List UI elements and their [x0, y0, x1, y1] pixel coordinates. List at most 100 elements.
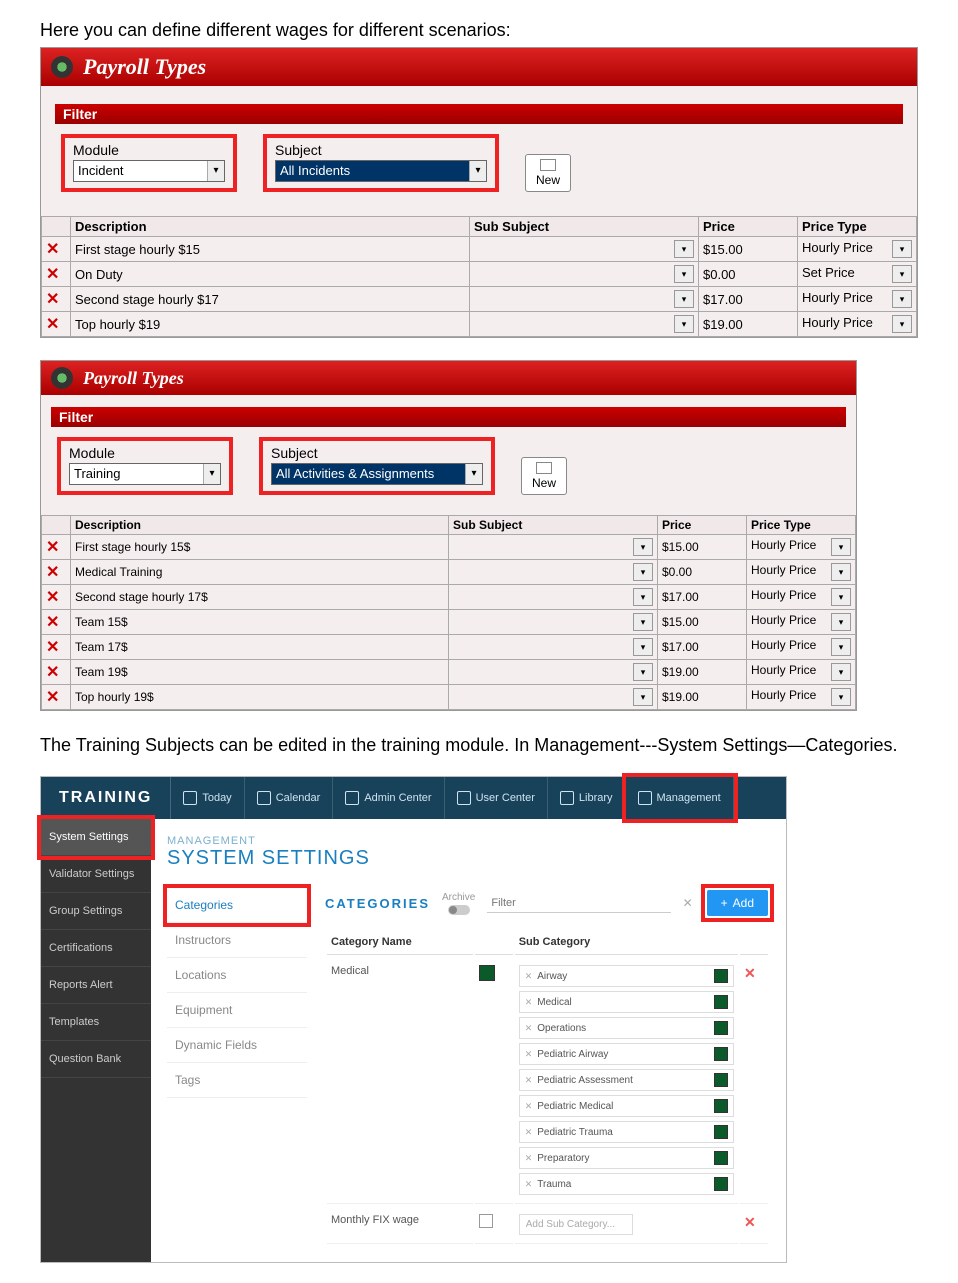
cell-description[interactable]: On Duty: [71, 262, 470, 287]
color-swatch[interactable]: [714, 969, 728, 983]
cell-price[interactable]: $17.00: [699, 287, 798, 312]
chevron-down-icon[interactable]: ▾: [633, 688, 653, 706]
add-subcategory-input[interactable]: Add Sub Category...: [519, 1214, 633, 1235]
cell-price[interactable]: $15.00: [658, 535, 747, 560]
subcategory-chip[interactable]: ✕Medical: [519, 991, 734, 1013]
sidebar-item-certifications[interactable]: Certifications: [41, 930, 151, 967]
cell-subsubject[interactable]: ▾: [449, 685, 658, 710]
subnav-item-instructors[interactable]: Instructors: [167, 923, 307, 958]
sidebar-item-system-settings[interactable]: System Settings: [41, 819, 151, 856]
cell-pricetype[interactable]: Hourly Price▾: [747, 560, 856, 585]
cell-price[interactable]: $17.00: [658, 635, 747, 660]
chevron-down-icon[interactable]: ▾: [831, 688, 851, 706]
cell-price[interactable]: $19.00: [658, 660, 747, 685]
subject-dropdown[interactable]: All Activities & Assignments ▾: [271, 463, 483, 485]
cell-pricetype[interactable]: Hourly Price▾: [798, 237, 917, 262]
cell-subsubject[interactable]: ▾: [449, 585, 658, 610]
cell-description[interactable]: Team 15$: [71, 610, 449, 635]
subnav-item-equipment[interactable]: Equipment: [167, 993, 307, 1028]
nav-item-library[interactable]: Library: [548, 777, 626, 819]
cell-price[interactable]: $19.00: [699, 312, 798, 337]
color-swatch[interactable]: [479, 965, 495, 981]
cell-price[interactable]: $15.00: [699, 237, 798, 262]
subnav-item-tags[interactable]: Tags: [167, 1063, 307, 1098]
chevron-down-icon[interactable]: ▾: [674, 240, 694, 258]
chevron-down-icon[interactable]: ▾: [633, 613, 653, 631]
chevron-down-icon[interactable]: ▾: [892, 290, 912, 308]
clear-icon[interactable]: ✕: [683, 896, 693, 910]
chevron-down-icon[interactable]: ▾: [831, 588, 851, 606]
cell-description[interactable]: Second stage hourly 17$: [71, 585, 449, 610]
cell-description[interactable]: Top hourly $19: [71, 312, 470, 337]
chevron-down-icon[interactable]: ▾: [831, 638, 851, 656]
remove-icon[interactable]: ✕: [525, 1049, 533, 1060]
nav-item-user-center[interactable]: User Center: [445, 777, 548, 819]
nav-item-management[interactable]: Management: [626, 777, 734, 819]
delete-icon[interactable]: ✕: [46, 564, 59, 581]
delete-icon[interactable]: ✕: [46, 689, 59, 706]
delete-icon[interactable]: ✕: [46, 589, 59, 606]
chevron-down-icon[interactable]: ▾: [674, 265, 694, 283]
cell-description[interactable]: Top hourly 19$: [71, 685, 449, 710]
remove-icon[interactable]: ✕: [525, 1179, 533, 1190]
sidebar-item-validator-settings[interactable]: Validator Settings: [41, 856, 151, 893]
chevron-down-icon[interactable]: ▾: [831, 613, 851, 631]
subject-dropdown[interactable]: All Incidents ▾: [275, 160, 487, 182]
cell-subsubject[interactable]: ▾: [449, 660, 658, 685]
cell-category-name[interactable]: Monthly FIX wage: [327, 1206, 473, 1244]
sidebar-item-templates[interactable]: Templates: [41, 1004, 151, 1041]
cell-subsubject[interactable]: ▾: [449, 560, 658, 585]
add-button[interactable]: + Add: [707, 890, 768, 916]
new-button[interactable]: New: [521, 457, 567, 495]
color-swatch[interactable]: [714, 1073, 728, 1087]
subcategory-chip[interactable]: ✕Pediatric Medical: [519, 1095, 734, 1117]
cell-subsubject[interactable]: ▾: [470, 287, 699, 312]
delete-icon[interactable]: ✕: [46, 639, 59, 656]
cell-color[interactable]: [475, 957, 513, 1204]
cell-category-name[interactable]: Medical: [327, 957, 473, 1204]
subcategory-chip[interactable]: ✕Trauma: [519, 1173, 734, 1195]
chevron-down-icon[interactable]: ▾: [633, 663, 653, 681]
subcategory-chip[interactable]: ✕Pediatric Trauma: [519, 1121, 734, 1143]
color-swatch[interactable]: [714, 995, 728, 1009]
filter-input[interactable]: [487, 894, 670, 913]
cell-description[interactable]: Team 19$: [71, 660, 449, 685]
cell-price[interactable]: $19.00: [658, 685, 747, 710]
cell-pricetype[interactable]: Hourly Price▾: [747, 610, 856, 635]
chevron-down-icon[interactable]: ▾: [633, 563, 653, 581]
cell-price[interactable]: $15.00: [658, 610, 747, 635]
cell-color[interactable]: [475, 1206, 513, 1244]
cell-description[interactable]: First stage hourly $15: [71, 237, 470, 262]
color-swatch[interactable]: [714, 1047, 728, 1061]
cell-subsubject[interactable]: ▾: [449, 610, 658, 635]
remove-icon[interactable]: ✕: [525, 997, 533, 1008]
subcategory-chip[interactable]: ✕Pediatric Airway: [519, 1043, 734, 1065]
cell-pricetype[interactable]: Hourly Price▾: [747, 685, 856, 710]
subnav-item-categories[interactable]: Categories: [167, 888, 307, 923]
cell-pricetype[interactable]: Hourly Price▾: [747, 660, 856, 685]
chevron-down-icon[interactable]: ▾: [633, 538, 653, 556]
color-swatch[interactable]: [714, 1151, 728, 1165]
delete-icon[interactable]: ✕: [46, 614, 59, 631]
subnav-item-locations[interactable]: Locations: [167, 958, 307, 993]
cell-subsubject[interactable]: ▾: [470, 237, 699, 262]
cell-delete[interactable]: ✕: [740, 1206, 768, 1244]
archive-toggle[interactable]: Archive: [442, 892, 475, 915]
cell-description[interactable]: Second stage hourly $17: [71, 287, 470, 312]
cell-pricetype[interactable]: Hourly Price▾: [747, 585, 856, 610]
chevron-down-icon[interactable]: ▾: [831, 663, 851, 681]
chevron-down-icon[interactable]: ▾: [674, 290, 694, 308]
nav-item-admin-center[interactable]: Admin Center: [333, 777, 444, 819]
module-dropdown[interactable]: Training ▾: [69, 463, 221, 485]
subcategory-chip[interactable]: ✕Pediatric Assessment: [519, 1069, 734, 1091]
cell-subsubject[interactable]: ▾: [449, 535, 658, 560]
cell-pricetype[interactable]: Hourly Price▾: [747, 535, 856, 560]
sidebar-item-question-bank[interactable]: Question Bank: [41, 1041, 151, 1078]
remove-icon[interactable]: ✕: [525, 1075, 533, 1086]
chevron-down-icon[interactable]: ▾: [892, 240, 912, 258]
delete-icon[interactable]: ✕: [46, 316, 59, 333]
cell-pricetype[interactable]: Hourly Price▾: [747, 635, 856, 660]
remove-icon[interactable]: ✕: [525, 971, 533, 982]
chevron-down-icon[interactable]: ▾: [892, 265, 912, 283]
remove-icon[interactable]: ✕: [525, 1101, 533, 1112]
